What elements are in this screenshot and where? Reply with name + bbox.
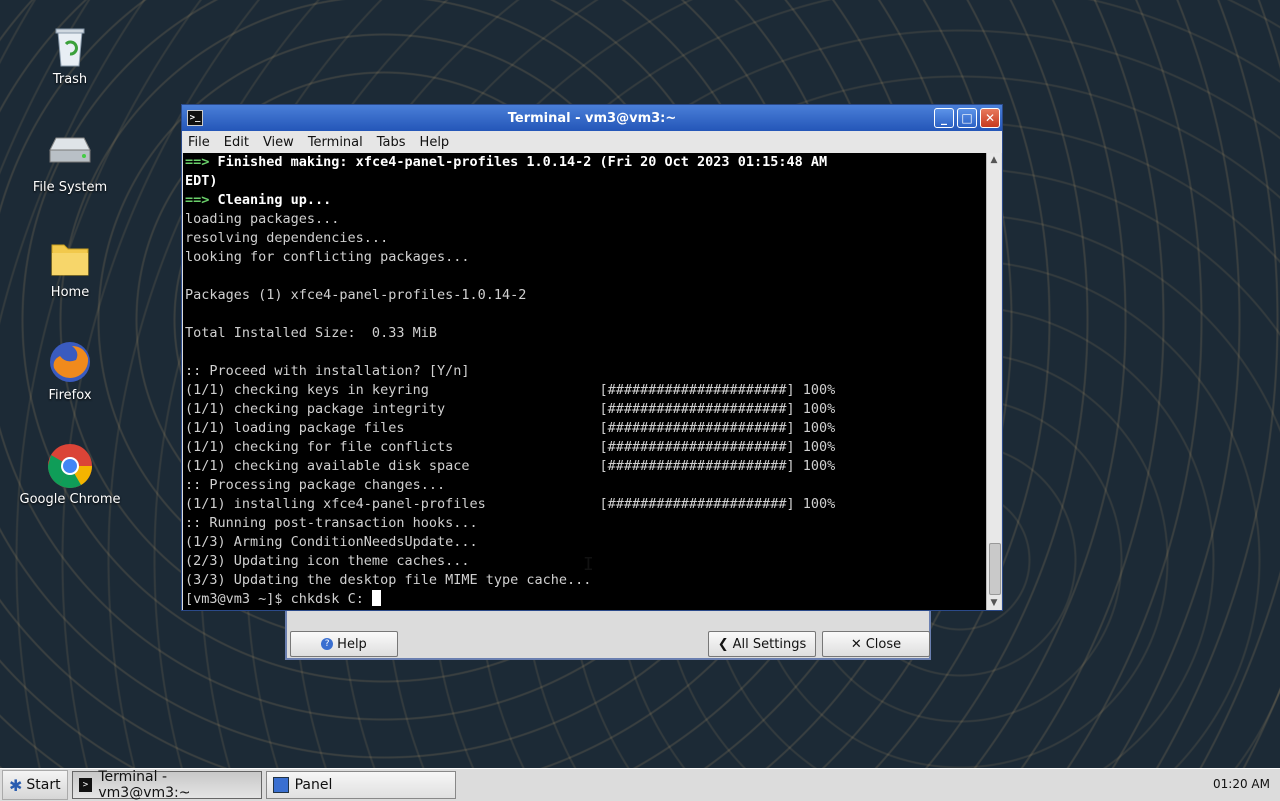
terminal-line: (1/1) installing xfce4-panel-profiles [#…: [185, 496, 836, 512]
text-cursor: [371, 590, 381, 606]
terminal-line: Packages (1) xfce4-panel-profiles-1.0.14…: [185, 287, 527, 303]
taskbar-item-terminal[interactable]: > Terminal - vm3@vm3:~: [71, 769, 262, 801]
desktop-icon-google-chrome[interactable]: Google Chrome: [15, 442, 125, 507]
terminal-line: Total Installed Size: 0.33 MiB: [185, 325, 437, 341]
terminal-line: (1/3) Arming ConditionNeedsUpdate...: [185, 534, 478, 550]
close-window-button[interactable]: ✕: [980, 108, 1000, 128]
terminal-line: (1/1) checking for file conflicts [#####…: [185, 439, 836, 455]
terminal-line: looking for conflicting packages...: [185, 249, 470, 265]
terminal-line: resolving dependencies...: [185, 230, 389, 246]
start-button[interactable]: ✱ Start: [2, 770, 68, 800]
menu-terminal[interactable]: Terminal: [308, 135, 363, 150]
taskbar: ✱ Start > Terminal - vm3@vm3:~ Panel 01:…: [0, 768, 1280, 801]
taskbar-item-panel[interactable]: Panel: [265, 771, 456, 799]
desktop-icon-label: Firefox: [48, 388, 92, 403]
firefox-icon: [46, 338, 94, 386]
scroll-down-icon[interactable]: ▼: [987, 596, 1001, 610]
prompt: [vm3@vm3 ~]$: [185, 591, 291, 607]
scroll-thumb[interactable]: [989, 543, 1001, 595]
menu-view[interactable]: View: [263, 135, 294, 150]
command-input[interactable]: chkdsk C:: [291, 591, 372, 607]
close-icon: ✕: [850, 636, 862, 652]
terminal-menubar: File Edit View Terminal Tabs Help: [182, 131, 1002, 153]
terminal-icon: >_: [187, 110, 203, 126]
desktop-icon-trash[interactable]: Trash: [15, 22, 125, 87]
chevron-left-icon: ❮: [717, 636, 729, 652]
desktop-icon-label: Trash: [52, 72, 88, 87]
terminal-scrollbar[interactable]: ▲ ▼: [986, 153, 1001, 610]
terminal-prompt-line[interactable]: [vm3@vm3 ~]$ chkdsk C:: [185, 590, 988, 609]
terminal-line: (1/1) checking package integrity [######…: [185, 401, 836, 417]
terminal-line: (1/1) loading package files [###########…: [185, 420, 836, 436]
menu-file[interactable]: File: [188, 135, 210, 150]
desktop-icon-home[interactable]: Home: [15, 235, 125, 300]
drive-icon: [46, 130, 94, 178]
scroll-up-icon[interactable]: ▲: [987, 153, 1001, 167]
close-button[interactable]: ✕ Close: [822, 631, 930, 657]
desktop-icon-firefox[interactable]: Firefox: [15, 338, 125, 403]
terminal-line: loading packages...: [185, 211, 340, 227]
terminal-output[interactable]: ==> Finished making: xfce4-panel-profile…: [183, 153, 988, 610]
trash-icon: [46, 22, 94, 70]
folder-icon: [46, 235, 94, 283]
clock: 01:20 AM: [1213, 777, 1270, 791]
help-icon: ?: [321, 638, 334, 650]
desktop-icon-file-system[interactable]: File System: [15, 130, 125, 195]
desktop-icon-label: Google Chrome: [19, 492, 121, 507]
desktop-icon-label: File System: [32, 180, 108, 195]
xfce-logo-icon: ✱: [9, 775, 23, 795]
terminal-line: :: Proceed with installation? [Y/n]: [185, 363, 470, 379]
terminal-line: EDT): [185, 173, 218, 189]
minimize-button[interactable]: _: [934, 108, 954, 128]
desktop-icon-label: Home: [50, 285, 90, 300]
terminal-line: ==> Cleaning up...: [185, 192, 332, 208]
terminal-line: (1/1) checking available disk space [###…: [185, 458, 836, 474]
terminal-line: ==> Finished making: xfce4-panel-profile…: [185, 154, 828, 170]
terminal-titlebar[interactable]: >_ Terminal - vm3@vm3:~ _ □ ✕: [182, 105, 1002, 131]
terminal-icon: >: [78, 778, 93, 792]
menu-tabs[interactable]: Tabs: [377, 135, 406, 150]
panel-icon: [272, 777, 289, 793]
maximize-button[interactable]: □: [957, 108, 977, 128]
terminal-line: :: Running post-transaction hooks...: [185, 515, 478, 531]
terminal-line: (1/1) checking keys in keyring [########…: [185, 382, 836, 398]
text-cursor-icon: I: [583, 554, 594, 575]
terminal-line: :: Processing package changes...: [185, 477, 446, 493]
menu-help[interactable]: Help: [420, 135, 450, 150]
chrome-icon: [46, 442, 94, 490]
window-title: Terminal - vm3@vm3:~: [507, 110, 677, 126]
help-button[interactable]: ? Help: [290, 631, 398, 657]
all-settings-button[interactable]: ❮ All Settings: [708, 631, 816, 657]
menu-edit[interactable]: Edit: [224, 135, 249, 150]
terminal-window[interactable]: >_ Terminal - vm3@vm3:~ _ □ ✕ File Edit …: [181, 104, 1003, 611]
